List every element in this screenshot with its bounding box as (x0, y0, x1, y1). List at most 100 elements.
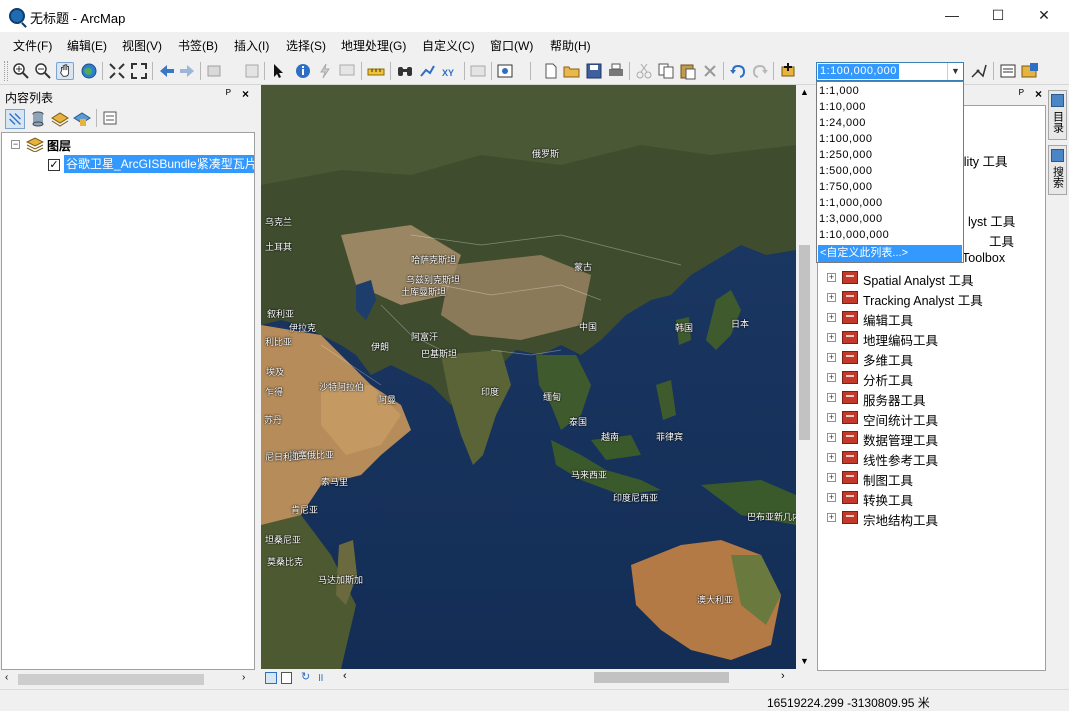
print-icon[interactable] (607, 62, 625, 80)
menu-insert[interactable]: 插入(I) (234, 37, 269, 54)
fixed-zoom-out-icon[interactable] (130, 62, 148, 80)
clear-selection-icon[interactable] (243, 62, 261, 80)
catalog-window-icon[interactable] (1021, 62, 1039, 80)
layer-name[interactable]: 谷歌卫星_ArcGISBundle紧凑型瓦片 (64, 155, 254, 173)
hyperlink-icon[interactable] (316, 62, 334, 80)
tab-search[interactable]: 搜索 (1048, 145, 1067, 195)
forward-icon[interactable] (178, 62, 196, 80)
expand-icon[interactable]: + (827, 413, 836, 422)
scroll-right-icon[interactable]: › (242, 672, 245, 683)
data-view-icon[interactable] (265, 672, 277, 684)
scroll-right-icon[interactable]: › (781, 670, 785, 682)
map-vscroll-thumb[interactable] (799, 245, 810, 440)
pin-icon[interactable]: ᴾ (1019, 87, 1024, 101)
select-elements-icon[interactable] (269, 62, 287, 80)
menu-customize[interactable]: 自定义(C) (422, 37, 475, 54)
layers-group-label[interactable]: 图层 (47, 137, 71, 154)
scale-option[interactable]: 1:100,000 (819, 131, 872, 147)
map-hscroll-thumb[interactable] (594, 672, 729, 683)
expand-icon[interactable]: + (827, 513, 836, 522)
scroll-left-icon[interactable]: ‹ (343, 670, 347, 682)
map-scale-combobox[interactable]: 1:100,000,000 ▼ (816, 62, 964, 81)
save-icon[interactable] (585, 62, 603, 80)
delete-icon[interactable] (701, 62, 719, 80)
refresh-icon[interactable]: ↻ (301, 670, 310, 683)
collapse-layers-toggle[interactable]: − (11, 140, 20, 149)
scale-option[interactable]: 1:1,000,000 (819, 195, 883, 211)
menu-bookmarks[interactable]: 书签(B) (178, 37, 218, 54)
menu-geoprocessing[interactable]: 地理处理(G) (341, 37, 406, 54)
expand-icon[interactable]: + (827, 313, 836, 322)
redo-icon[interactable] (751, 62, 769, 80)
editor-toolbar-icon[interactable] (970, 62, 988, 80)
toolbox-close-button[interactable]: × (1035, 87, 1042, 101)
scale-option[interactable]: 1:500,000 (819, 163, 872, 179)
back-icon[interactable] (158, 62, 176, 80)
layout-view-icon[interactable] (281, 672, 292, 684)
scale-option[interactable]: 1:250,000 (819, 147, 872, 163)
menu-view[interactable]: 视图(V) (122, 37, 162, 54)
expand-icon[interactable]: + (827, 333, 836, 342)
scale-option[interactable]: 1:10,000,000 (819, 227, 889, 243)
scale-option[interactable]: 1:3,000,000 (819, 211, 883, 227)
full-extent-icon[interactable] (80, 62, 98, 80)
copy-icon[interactable] (657, 62, 675, 80)
toc-scroll-thumb[interactable] (18, 674, 204, 685)
table-of-contents-icon[interactable] (999, 62, 1017, 80)
measure-icon[interactable] (367, 62, 385, 80)
layer-visibility-checkbox[interactable]: ✓ (48, 159, 60, 171)
paste-icon[interactable] (679, 62, 697, 80)
partial-toolbox-item[interactable]: ility 工具 (961, 151, 1008, 170)
tab-catalog[interactable]: 目录 (1048, 90, 1067, 140)
chevron-down-icon[interactable]: ▼ (947, 63, 963, 80)
expand-icon[interactable]: + (827, 473, 836, 482)
scale-option[interactable]: 1:24,000 (819, 115, 866, 131)
expand-icon[interactable]: + (827, 293, 836, 302)
close-window-button[interactable]: ✕ (1021, 0, 1067, 32)
menu-file[interactable]: 文件(F) (13, 37, 52, 54)
scale-option[interactable]: 1:10,000 (819, 99, 866, 115)
partial-toolbox-item[interactable]: Toolbox (962, 251, 1005, 265)
scroll-down-icon[interactable]: ▼ (800, 656, 809, 666)
toc-horizontal-scrollbar[interactable]: ‹ › (2, 671, 254, 688)
undo-icon[interactable] (729, 62, 747, 80)
expand-icon[interactable]: + (827, 273, 836, 282)
maximize-button[interactable]: ☐ (975, 0, 1021, 32)
expand-icon[interactable]: + (827, 453, 836, 462)
map-scale-value[interactable]: 1:100,000,000 (818, 64, 899, 79)
expand-icon[interactable]: + (827, 433, 836, 442)
scale-option[interactable]: 1:1,000 (819, 83, 859, 99)
zoom-out-icon[interactable] (34, 62, 52, 80)
expand-icon[interactable]: + (827, 353, 836, 362)
expand-icon[interactable]: + (827, 373, 836, 382)
menu-help[interactable]: 帮助(H) (550, 37, 591, 54)
go-to-xy-icon[interactable]: XY (440, 62, 458, 80)
minimize-button[interactable]: — (929, 0, 975, 32)
toolbar-grip[interactable] (4, 61, 8, 81)
select-features-icon[interactable] (206, 62, 224, 80)
menu-edit[interactable]: 编辑(E) (67, 37, 107, 54)
partial-toolbox-item[interactable]: lyst 工具 (968, 211, 1015, 230)
pause-drawing-icon[interactable]: ॥ (317, 670, 324, 685)
create-viewer-icon[interactable] (496, 62, 514, 80)
list-by-drawing-order-icon[interactable] (5, 109, 25, 129)
list-by-source-icon[interactable] (30, 110, 46, 128)
map-vertical-scrollbar[interactable]: ▲ ▼ (796, 85, 813, 669)
zoom-in-icon[interactable] (12, 62, 30, 80)
add-data-icon[interactable] (779, 62, 797, 80)
scale-option[interactable]: 1:750,000 (819, 179, 872, 195)
expand-icon[interactable]: + (827, 493, 836, 502)
open-icon[interactable] (563, 62, 581, 80)
expand-icon[interactable]: + (827, 393, 836, 402)
map-view[interactable]: 俄罗斯 哈萨克斯坦 蒙古 中国 日本 韩国 印度 伊朗 沙特阿拉伯 埃及 阿曼 … (261, 85, 796, 669)
partial-toolbox-item[interactable]: 工具 (989, 231, 1014, 250)
pan-icon[interactable] (56, 62, 74, 80)
scroll-left-icon[interactable]: ‹ (5, 672, 8, 683)
list-by-selection-icon[interactable] (73, 110, 91, 128)
toc-close-button[interactable]: × (242, 87, 249, 101)
pin-icon[interactable]: ᴾ (226, 87, 231, 101)
time-slider-icon[interactable] (469, 62, 487, 80)
find-icon[interactable] (396, 62, 414, 80)
list-by-visibility-icon[interactable] (51, 110, 69, 128)
new-icon[interactable] (542, 62, 560, 80)
